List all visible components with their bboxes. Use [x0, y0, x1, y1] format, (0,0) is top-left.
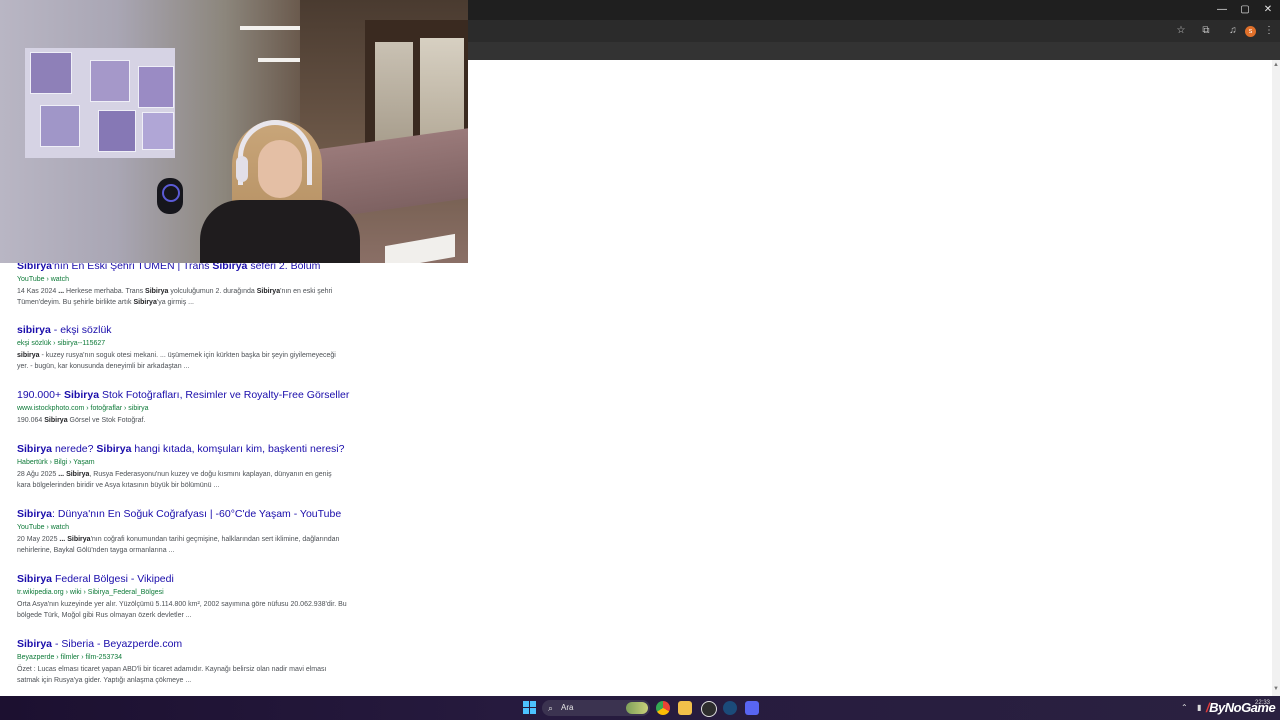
search-result: Sibirya'nın En Eski Şehri TÜMEN | Trans … — [17, 260, 347, 308]
highlighted-term[interactable]: Sibirya — [17, 443, 52, 455]
search-result: Sibirya Federal Bölgesi - Vikipedi tr.wi… — [17, 573, 347, 621]
text-segment[interactable]: - ekşi sözlük — [51, 324, 112, 336]
highlighted-term: Sibirya — [133, 298, 157, 306]
headphones — [238, 120, 312, 185]
poster-image — [30, 52, 72, 94]
poster-image — [138, 66, 174, 108]
file-explorer-icon[interactable] — [678, 701, 692, 715]
text-segment: Orta Asya'nın kuzeyinde yer alır. Yüzölç… — [17, 601, 347, 619]
battery-icon[interactable]: ▮ — [1197, 702, 1201, 714]
text-segment[interactable]: hangi kıtada, komşuları kim, başkenti ne… — [131, 443, 344, 455]
result-snippet: 28 Ağu 2025 ... Sibirya, Rusya Federasyo… — [17, 470, 347, 491]
text-segment[interactable]: - Siberia - Beyazperde.com — [52, 638, 182, 650]
result-title-link[interactable]: Sibirya - Siberia - Beyazperde.com — [17, 638, 347, 651]
lamp-light — [162, 184, 180, 202]
search-result: Sibirya: Dünya'nın En Soğuk Coğrafyası |… — [17, 508, 347, 556]
search-result: Sibirya - Siberia - Beyazperde.com Beyaz… — [17, 638, 347, 686]
result-snippet: sibirya - kuzey rusya'nın soguk otesi me… — [17, 351, 347, 372]
result-snippet: 190.064 Sibirya Görsel ve Stok Fotoğraf. — [17, 416, 347, 427]
headphone-cup — [236, 156, 248, 182]
steam-icon[interactable] — [723, 701, 737, 715]
search-icon: ⌕ — [548, 703, 554, 713]
highlighted-term[interactable]: Sibirya — [17, 508, 52, 520]
text-segment: 'ya girmiş ... — [156, 298, 194, 306]
result-url[interactable]: tr.wikipedia.org › wiki › Sibirya_Federa… — [17, 588, 347, 598]
search-result: 190.000+ Sibirya Stok Fotoğrafları, Resi… — [17, 389, 349, 427]
taskbar-clock[interactable]: 22:33 — [1255, 699, 1270, 707]
result-url[interactable]: YouTube › watch — [17, 275, 347, 285]
poster-image — [40, 105, 80, 147]
highlighted-term: Sibirya — [66, 471, 90, 478]
text-segment[interactable]: Stok Fotoğrafları, Resimler ve Royalty-F… — [99, 389, 349, 401]
result-snippet: 14 Kas 2024 ... Herkese merhaba. Trans S… — [17, 287, 347, 308]
result-title-link[interactable]: Sibirya nerede? Sibirya hangi kıtada, ko… — [17, 443, 347, 456]
result-title-link[interactable]: Sibirya Federal Bölgesi - Vikipedi — [17, 573, 347, 586]
highlighted-term: Sibirya — [145, 288, 169, 295]
close-button[interactable]: ✕ — [1258, 2, 1278, 18]
wall-shelf — [240, 26, 302, 30]
highlighted-term: sibirya — [17, 352, 40, 359]
result-snippet: 20 May 2025 ... Sibirya'nın coğrafi konu… — [17, 535, 347, 556]
result-snippet: Orta Asya'nın kuzeyinde yer alır. Yüzölç… — [17, 600, 347, 621]
profile-avatar[interactable]: s — [1245, 26, 1256, 37]
result-title-link[interactable]: sibirya - ekşi sözlük — [17, 324, 347, 337]
highlighted-term: Sibirya — [67, 536, 91, 543]
media-icon[interactable]: ♫ — [1226, 24, 1240, 38]
result-url[interactable]: Habertürk › Bilgi › Yaşam — [17, 458, 347, 468]
text-segment[interactable]: 190.000+ — [17, 389, 64, 401]
text-segment[interactable]: : Dünya'nın En Soğuk Coğrafyası | -60°C'… — [52, 508, 341, 520]
wall-shelf — [258, 58, 304, 62]
highlighted-term[interactable]: Sibirya — [17, 638, 52, 650]
scroll-up-icon[interactable]: ▲ — [1273, 62, 1279, 68]
text-segment: 28 Ağu 2025 — [17, 471, 59, 478]
discord-icon[interactable] — [745, 701, 759, 715]
result-url[interactable]: Beyazperde › filmler › film-253734 — [17, 653, 347, 663]
scrollbar[interactable] — [1272, 60, 1280, 696]
menu-icon[interactable]: ⋮ — [1262, 24, 1276, 38]
highlighted-term[interactable]: Sibirya — [96, 443, 131, 455]
text-segment: 20 May 2025 — [17, 536, 60, 543]
window-blind — [375, 42, 413, 142]
text-segment: 190.064 — [17, 417, 45, 424]
text-segment[interactable]: Federal Bölgesi - Vikipedi — [52, 573, 174, 585]
text-segment: 14 Kas 2024 — [17, 288, 59, 295]
highlighted-term[interactable]: Sibirya — [64, 389, 99, 401]
result-url[interactable]: ekşi sözlük › sibirya--115627 — [17, 339, 347, 349]
highlighted-term[interactable]: sibirya — [17, 324, 51, 336]
result-title-link[interactable]: 190.000+ Sibirya Stok Fotoğrafları, Resi… — [17, 389, 349, 402]
streamer-body — [200, 200, 360, 263]
taskbar-search-label: Ara — [561, 703, 574, 712]
poster-image — [98, 110, 136, 152]
scroll-down-icon[interactable]: ▼ — [1273, 686, 1279, 692]
search-result: Sibirya nerede? Sibirya hangi kıtada, ko… — [17, 443, 347, 491]
text-segment: Herkese merhaba. Trans — [64, 288, 146, 295]
text-segment: Özet : Lucas elması ticaret yapan ABD'li… — [17, 666, 327, 684]
highlighted-term[interactable]: Sibirya — [17, 573, 52, 585]
result-snippet: Özet : Lucas elması ticaret yapan ABD'li… — [17, 665, 347, 686]
result-title-link[interactable]: Sibirya: Dünya'nın En Soğuk Coğrafyası |… — [17, 508, 347, 521]
text-segment: Görsel ve Stok Fotoğraf. — [67, 417, 146, 424]
chrome-icon[interactable] — [656, 701, 670, 715]
poster-image — [90, 60, 130, 102]
poster-image — [142, 112, 174, 150]
search-highlight-image — [626, 702, 648, 714]
obs-icon[interactable] — [701, 701, 717, 717]
minimize-button[interactable]: — — [1212, 2, 1232, 18]
text-segment: yolculuğumun 2. durağında — [168, 288, 257, 295]
search-result: sibirya - ekşi sözlük ekşi sözlük › sibi… — [17, 324, 347, 372]
webcam-overlay — [0, 0, 468, 263]
chevron-up-icon[interactable]: ⌃ — [1181, 702, 1188, 714]
star-icon[interactable]: ☆ — [1174, 24, 1188, 38]
maximize-button[interactable]: ▢ — [1235, 2, 1255, 18]
extensions-icon[interactable]: ⧉ — [1199, 24, 1213, 38]
text-segment[interactable]: nerede? — [52, 443, 96, 455]
result-url[interactable]: YouTube › watch — [17, 523, 347, 533]
result-url[interactable]: www.istockphoto.com › fotoğraflar › sibi… — [17, 404, 347, 414]
start-button[interactable] — [523, 701, 536, 714]
highlighted-term: Sibirya — [44, 417, 68, 424]
text-segment: - kuzey rusya'nın soguk otesi mekani. ..… — [17, 352, 336, 370]
highlighted-term: Sibirya — [256, 288, 281, 295]
